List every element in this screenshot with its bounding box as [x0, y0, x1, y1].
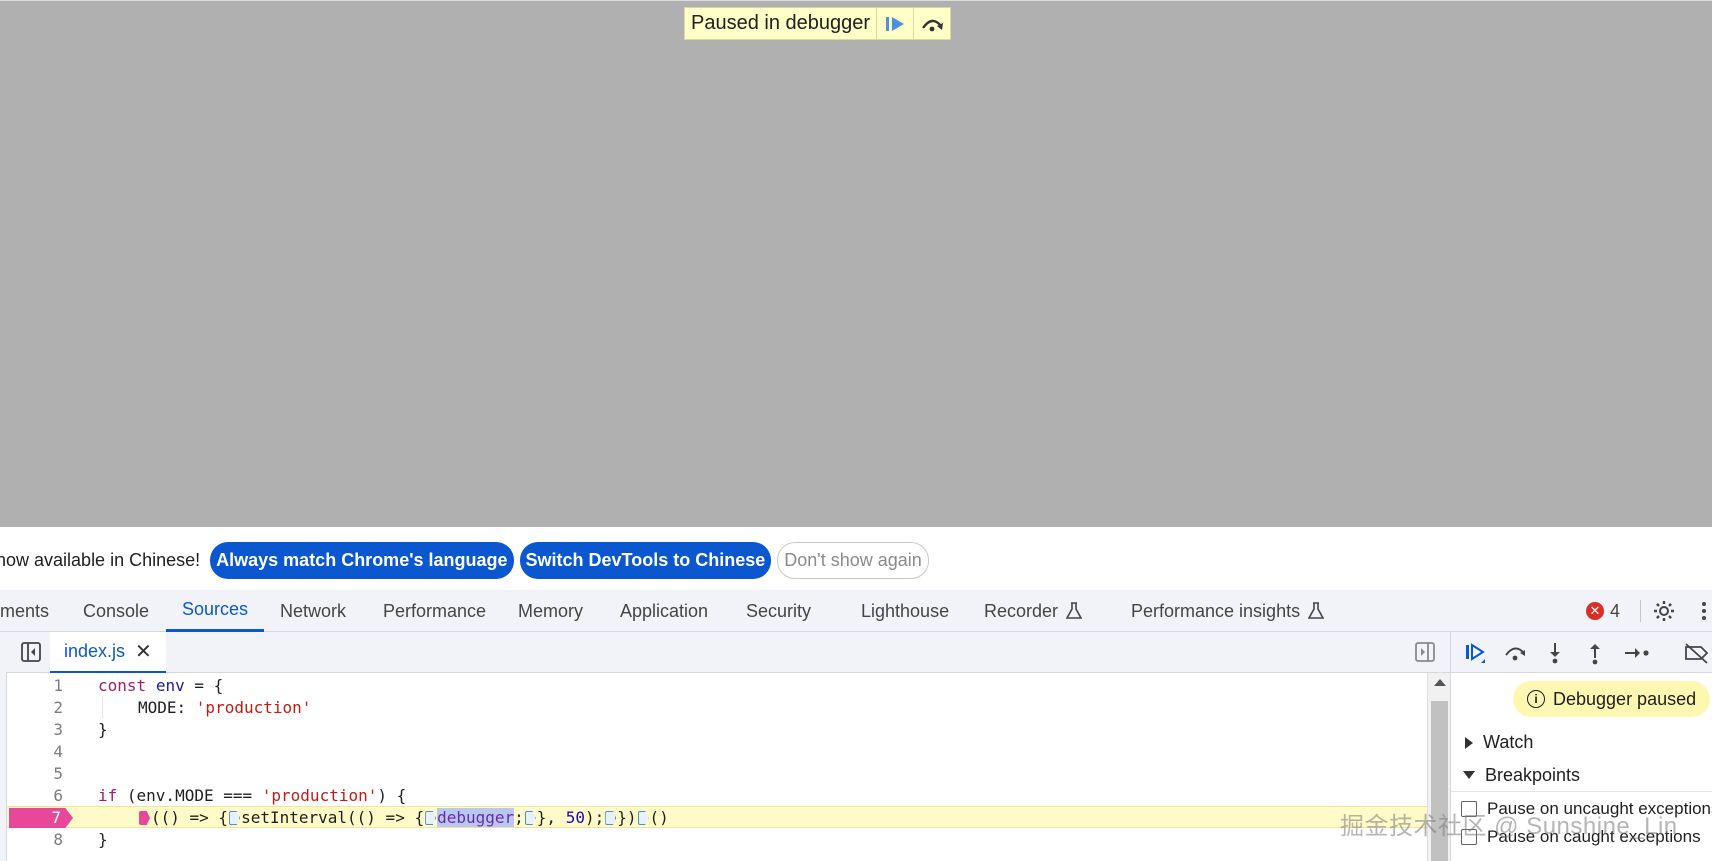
tab-console[interactable]: Console — [83, 590, 149, 632]
dont-show-again-button[interactable]: Don't show again — [777, 541, 929, 579]
expand-arrow-icon — [1465, 736, 1473, 749]
tab-network[interactable]: Network — [280, 590, 346, 632]
deactivate-breakpoints-icon[interactable] — [1683, 641, 1711, 665]
tab-perf-insights-label: Performance insights — [1131, 600, 1301, 621]
resume-icon — [886, 16, 905, 31]
tab-sources[interactable]: Sources — [166, 590, 265, 632]
inline-breakpoint-icon[interactable] — [637, 811, 649, 825]
code-text: (() => {setInterval(() => {debugger;}, 5… — [138, 807, 669, 827]
tab-recorder-label: Recorder — [984, 600, 1059, 621]
code-text: const env = { — [98, 675, 224, 695]
code-editor[interactable]: 1 const env = { 2 MODE: 'production' 3 }… — [7, 673, 1427, 861]
toggle-navigator-icon[interactable] — [20, 641, 42, 663]
step-over-button[interactable] — [913, 8, 950, 39]
code-line: 3 } — [7, 718, 1427, 740]
line-number[interactable]: 3 — [7, 720, 63, 739]
resume-icon[interactable] — [1463, 641, 1487, 665]
breakpoints-section-header[interactable]: Breakpoints — [1451, 759, 1712, 792]
info-icon: i — [1527, 690, 1545, 708]
code-text: MODE: 'production' — [138, 697, 312, 717]
tab-recorder[interactable]: Recorder — [984, 590, 1083, 632]
switch-devtools-chinese-button[interactable]: Switch DevTools to Chinese — [519, 541, 772, 579]
language-infobar: now available in Chinese! Always match C… — [0, 538, 1712, 582]
infobar-message: now available in Chinese! — [0, 549, 201, 570]
flask-icon — [1066, 602, 1083, 619]
inline-breakpoint-icon[interactable] — [139, 811, 150, 825]
code-text: } — [98, 719, 108, 739]
tab-security[interactable]: Security — [746, 590, 811, 632]
devtools-tabbar: ments Console Sources Network Performanc… — [0, 590, 1712, 632]
step-icon[interactable] — [1623, 641, 1651, 665]
paused-overlay: Paused in debugger — [684, 7, 952, 40]
breakpoint-marker[interactable]: 7 — [9, 808, 73, 828]
scroll-up-icon[interactable] — [1434, 679, 1446, 686]
collapse-arrow-icon — [1463, 771, 1475, 779]
code-text: if (env.MODE === 'production') { — [98, 785, 407, 805]
line-number[interactable]: 2 — [7, 698, 63, 717]
tab-application[interactable]: Application — [620, 590, 708, 632]
tab-performance[interactable]: Performance — [383, 590, 486, 632]
watch-section-header[interactable]: Watch — [1451, 726, 1712, 759]
step-over-icon[interactable] — [1503, 641, 1527, 665]
file-tab-label: index.js — [64, 641, 126, 661]
current-execution-line: 7 (() => {setInterval(() => {debugger;},… — [7, 806, 1427, 828]
inline-breakpoint-icon[interactable] — [425, 811, 437, 825]
paused-label: Paused in debugger — [691, 12, 871, 34]
indent-guide — [102, 696, 103, 718]
code-line: 2 MODE: 'production' — [7, 696, 1427, 718]
debugger-paused-label: Debugger paused — [1553, 688, 1697, 709]
tab-lighthouse[interactable]: Lighthouse — [861, 590, 949, 632]
page-viewport: Paused in debugger — [0, 0, 1712, 527]
code-line: 6 if (env.MODE === 'production') { — [7, 784, 1427, 806]
breakpoints-label: Breakpoints — [1485, 764, 1581, 785]
watermark: 掘金技术社区 @ Sunshine_Lin — [1340, 813, 1678, 840]
code-line: 5 — [7, 762, 1427, 784]
error-count: 4 — [1610, 600, 1621, 621]
inline-breakpoint-icon[interactable] — [524, 811, 536, 825]
toggle-debugger-sidebar-icon[interactable] — [1414, 641, 1436, 663]
code-line: 4 — [7, 740, 1427, 762]
toolbar-divider — [1640, 600, 1641, 622]
debugger-paused-badge: i Debugger paused — [1513, 681, 1711, 717]
inline-breakpoint-icon[interactable] — [229, 811, 241, 825]
tab-performance-insights[interactable]: Performance insights — [1131, 590, 1325, 632]
line-number[interactable]: 8 — [7, 830, 63, 849]
line-number[interactable]: 1 — [7, 676, 63, 695]
code-line: 8 } — [7, 828, 1427, 850]
error-icon: ✕ — [1586, 602, 1604, 620]
tab-memory[interactable]: Memory — [518, 590, 583, 632]
code-text: } — [98, 829, 108, 849]
always-match-language-button[interactable]: Always match Chrome's language — [210, 541, 514, 579]
editor-tabbar: index.js ✕ — [6, 632, 1450, 673]
tab-elements[interactable]: ments — [0, 590, 49, 632]
step-into-icon[interactable] — [1543, 641, 1567, 665]
step-over-icon — [922, 19, 944, 31]
watch-label: Watch — [1483, 732, 1534, 752]
file-tab-index-js[interactable]: index.js ✕ — [50, 632, 166, 673]
step-out-icon[interactable] — [1583, 641, 1607, 665]
debugger-toolbar — [1451, 632, 1712, 673]
more-options-icon[interactable] — [1700, 599, 1708, 623]
inline-breakpoint-icon[interactable] — [605, 811, 617, 825]
error-counter[interactable]: ✕ 4 — [1586, 590, 1620, 632]
line-number[interactable]: 6 — [7, 786, 63, 805]
flask-icon — [1308, 602, 1325, 619]
close-icon[interactable]: ✕ — [135, 639, 152, 664]
code-line: 1 const env = { — [7, 674, 1427, 696]
gear-icon[interactable] — [1652, 599, 1676, 623]
resume-button[interactable] — [876, 8, 913, 39]
line-number[interactable]: 4 — [7, 742, 63, 761]
line-number[interactable]: 5 — [7, 764, 63, 783]
